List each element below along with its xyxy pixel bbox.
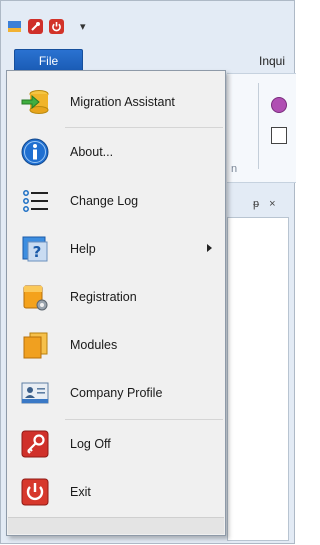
app-logo-icon[interactable]: [7, 19, 22, 34]
menu-separator: [65, 419, 223, 420]
close-icon[interactable]: ×: [269, 198, 275, 210]
docked-pane: [227, 217, 289, 541]
ribbon-separator: [258, 83, 259, 169]
menu-item-label: About...: [70, 145, 114, 159]
ribbon-document-icon[interactable]: [271, 127, 287, 144]
ribbon-command-icon[interactable]: [271, 97, 287, 113]
menu-item-company-profile[interactable]: Company Profile: [8, 370, 225, 416]
pane-header: ᵽ ×: [227, 193, 296, 215]
registration-icon: [20, 282, 50, 312]
power-icon[interactable]: [49, 18, 64, 34]
menu-item-modules[interactable]: Modules: [8, 322, 225, 368]
menu-item-label: Migration Assistant: [70, 95, 175, 109]
file-menu: Migration Assistant About... Change Log …: [6, 70, 226, 536]
menu-item-help[interactable]: ? Help: [8, 226, 225, 272]
menu-item-label: Change Log: [70, 194, 139, 208]
log-off-key-icon: [20, 429, 50, 459]
svg-text:?: ?: [33, 243, 42, 261]
quick-access-toolbar: ▾: [7, 15, 86, 37]
exit-power-icon: [20, 477, 50, 507]
menu-item-log-off[interactable]: Log Off: [8, 421, 225, 467]
tab-inquiry[interactable]: Inqui: [259, 54, 285, 68]
menu-item-label: Registration: [70, 290, 137, 304]
submenu-arrow-icon: [207, 244, 212, 252]
menu-item-exit[interactable]: Exit: [8, 469, 225, 515]
menu-separator: [65, 127, 223, 128]
list-icon: [20, 186, 50, 216]
application-window: ▾ Inqui n ᵽ × File Migration Assistant A…: [0, 0, 296, 544]
menu-item-label: Company Profile: [70, 386, 163, 400]
ribbon-group-label: n: [231, 163, 238, 175]
pin-icon[interactable]: ᵽ: [253, 198, 259, 210]
customize-toolbar-dropdown[interactable]: ▾: [80, 20, 86, 33]
info-icon: [20, 137, 50, 167]
tool-icon[interactable]: [28, 18, 43, 34]
menu-footer: [8, 517, 224, 534]
company-profile-icon: [20, 378, 50, 408]
menu-item-migration-assistant[interactable]: Migration Assistant: [8, 79, 225, 125]
menu-item-change-log[interactable]: Change Log: [8, 178, 225, 224]
file-menu-button[interactable]: File: [14, 49, 83, 71]
menu-item-label: Modules: [70, 338, 118, 352]
menu-item-label: Exit: [70, 485, 91, 499]
menu-item-label: Log Off: [70, 437, 111, 451]
migration-arrow-icon: [20, 87, 50, 117]
modules-icon: [20, 330, 50, 360]
menu-item-label: Help: [70, 242, 96, 256]
help-icon: ?: [20, 234, 50, 264]
menu-item-about[interactable]: About...: [8, 129, 225, 175]
menu-item-registration[interactable]: Registration: [8, 274, 225, 320]
